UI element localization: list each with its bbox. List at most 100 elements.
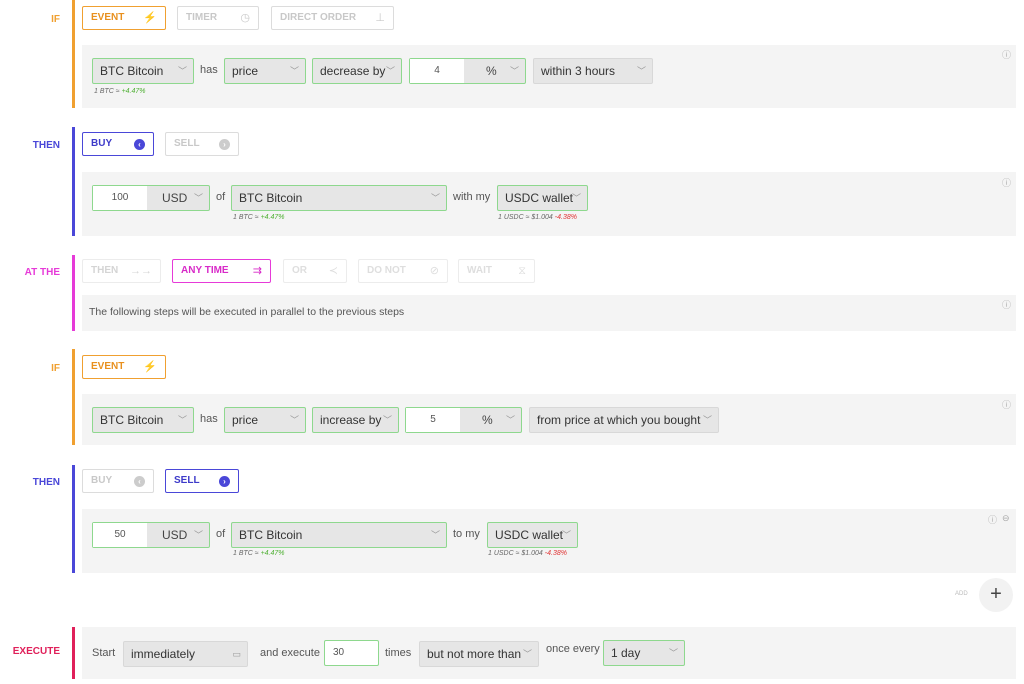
- sell-asset-select[interactable]: BTC Bitcoin ﹀: [231, 522, 447, 548]
- sell-asset-price-prefix: 1 BTC ≈: [233, 550, 259, 557]
- hourglass-icon: ⧖: [518, 265, 526, 277]
- change-value: decrease by: [320, 64, 386, 78]
- change-select-2[interactable]: increase by ﹀: [312, 407, 399, 433]
- reference-value: from price at which you bought: [537, 413, 701, 427]
- sell-wallet-price-info: 1 USDC ≈ $1.004 -4.38%: [488, 550, 567, 557]
- start-select[interactable]: immediately ▭: [123, 641, 248, 667]
- metric-select-2[interactable]: price ﹀: [224, 407, 306, 433]
- chevron-down-icon: ﹀: [505, 415, 515, 425]
- tab-timer-label: TIMER: [186, 12, 218, 23]
- tab-event-2[interactable]: EVENT ⚡: [82, 355, 166, 379]
- info-icon[interactable]: ⓘ: [1002, 398, 1011, 411]
- chevron-down-icon: ﹀: [522, 649, 532, 659]
- plus-icon: +: [990, 583, 1002, 605]
- tab-sell-2-label: SELL: [174, 475, 200, 486]
- if-label: IF: [51, 14, 60, 25]
- if2-bar: [72, 349, 75, 445]
- amount-combo[interactable]: 4 % ﹀: [409, 58, 526, 84]
- tab-then-label: THEN: [91, 265, 119, 276]
- amount-combo-2[interactable]: 5 % ﹀: [405, 407, 522, 433]
- metric-select[interactable]: price ﹀: [224, 58, 306, 84]
- chevron-down-icon: ﹀: [571, 193, 581, 203]
- sell-asset-value: BTC Bitcoin: [239, 528, 303, 542]
- buy-wallet-select[interactable]: USDC wallet ﹀: [497, 185, 588, 211]
- if2-label: IF: [51, 363, 60, 374]
- tab-any-time-label: ANY TIME: [181, 265, 229, 276]
- start-value: immediately: [131, 647, 196, 661]
- buy-asset-select[interactable]: BTC Bitcoin ﹀: [231, 185, 447, 211]
- tab-do-not[interactable]: DO NOT ⊘: [358, 259, 448, 283]
- tab-or[interactable]: OR ≺: [283, 259, 347, 283]
- calendar-icon: ▭: [232, 649, 241, 659]
- then-label: THEN: [32, 140, 60, 151]
- info-icon[interactable]: ⓘ: [1002, 48, 1011, 61]
- tab-sell-2[interactable]: SELL ›: [165, 469, 239, 493]
- tab-buy-2[interactable]: BUY ‹: [82, 469, 154, 493]
- tab-wait[interactable]: WAIT ⧖: [458, 259, 535, 283]
- change-value-2: increase by: [320, 413, 382, 427]
- asset-select-2[interactable]: BTC Bitcoin ﹀: [92, 407, 194, 433]
- window-value: within 3 hours: [541, 64, 616, 78]
- interval-select[interactable]: 1 day ﹀: [603, 640, 685, 666]
- chevron-down-icon: ﹀: [382, 415, 392, 425]
- chevron-down-icon: ﹀: [193, 530, 203, 540]
- buy-wallet-price-info: 1 USDC ≈ $1.004 -4.38%: [498, 214, 577, 221]
- amount-input-2[interactable]: 5: [406, 408, 460, 432]
- arrow-right-icon: ›: [219, 139, 230, 150]
- at-the-label: AT THE: [24, 267, 60, 278]
- chevron-down-icon: ﹀: [702, 415, 712, 425]
- clock-icon: ◷: [240, 12, 250, 24]
- reference-select[interactable]: from price at which you bought ﹀: [529, 407, 719, 433]
- chevron-down-icon: ﹀: [289, 66, 299, 76]
- chevron-down-icon: ﹀: [177, 415, 187, 425]
- block-icon: ⊘: [429, 265, 439, 277]
- tab-then[interactable]: THEN →→: [82, 259, 161, 283]
- tab-do-not-label: DO NOT: [367, 265, 406, 276]
- chevron-down-icon: ﹀: [636, 66, 646, 76]
- remove-icon[interactable]: ⊖: [1002, 513, 1010, 524]
- info-icon[interactable]: ⓘ: [988, 513, 997, 526]
- info-icon[interactable]: ⓘ: [1002, 298, 1011, 311]
- unit-value-2: %: [482, 413, 493, 427]
- tab-buy[interactable]: BUY ‹: [82, 132, 154, 156]
- sell-amount-input[interactable]: 50: [93, 523, 147, 547]
- buy-amount-combo[interactable]: 100 USD ﹀: [92, 185, 210, 211]
- buy-asset-price-info: 1 BTC ≈ +4.47%: [233, 214, 285, 221]
- change-select[interactable]: decrease by ﹀: [312, 58, 402, 84]
- parallel-description: The following steps will be executed in …: [89, 306, 405, 318]
- limit-select[interactable]: but not more than ﹀: [419, 641, 539, 667]
- sell-currency: USD: [162, 528, 188, 542]
- sell-wallet-value: USDC wallet: [495, 528, 564, 542]
- tab-any-time[interactable]: ANY TIME ⇉: [172, 259, 271, 283]
- amount-input[interactable]: 4: [410, 59, 464, 83]
- times-text: times: [385, 647, 412, 659]
- download-icon: ⊥: [375, 12, 385, 24]
- buy-amount-input[interactable]: 100: [93, 186, 147, 210]
- chevron-down-icon: ﹀: [385, 66, 395, 76]
- info-icon[interactable]: ⓘ: [1002, 176, 1011, 189]
- tab-timer[interactable]: TIMER ◷: [177, 6, 259, 30]
- tab-sell[interactable]: SELL ›: [165, 132, 239, 156]
- window-select[interactable]: within 3 hours ﹀: [533, 58, 653, 84]
- buy-asset-value: BTC Bitcoin: [239, 191, 303, 205]
- unit-value: %: [486, 64, 497, 78]
- execute-bar: [72, 627, 75, 679]
- sell-amount-combo[interactable]: 50 USD ﹀: [92, 522, 210, 548]
- tab-buy-label: BUY: [91, 138, 113, 149]
- sell-wallet-price-prefix: 1 USDC ≈ $1.004: [488, 550, 543, 557]
- tab-or-label: OR: [292, 265, 307, 276]
- asset-select[interactable]: BTC Bitcoin ﹀: [92, 58, 194, 84]
- fork-icon: ≺: [328, 265, 338, 277]
- metric-value: price: [232, 64, 259, 78]
- add-step-button[interactable]: +: [979, 578, 1013, 612]
- once-every-text: once every: [546, 643, 600, 655]
- buy-wallet-price-prefix: 1 USDC ≈ $1.004: [498, 214, 553, 221]
- parallel-arrows-icon: ⇉: [252, 265, 262, 277]
- times-input[interactable]: 30: [324, 640, 379, 666]
- buy-asset-price-change: +4.47%: [260, 214, 285, 221]
- buy-wallet-value: USDC wallet: [505, 191, 574, 205]
- sell-wallet-select[interactable]: USDC wallet ﹀: [487, 522, 578, 548]
- tab-event[interactable]: EVENT ⚡: [82, 6, 166, 30]
- tab-direct-order[interactable]: DIRECT ORDER ⊥: [271, 6, 394, 30]
- if-bar: [72, 0, 75, 108]
